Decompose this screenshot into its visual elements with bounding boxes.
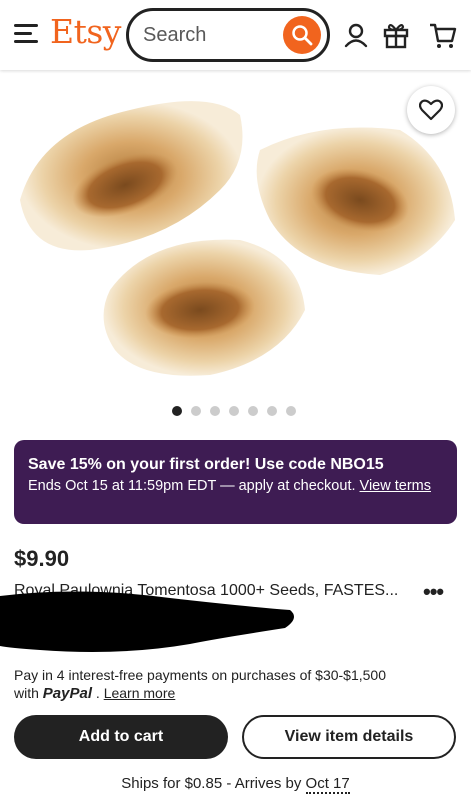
payment-info: Pay in 4 interest-free payments on purch… bbox=[14, 666, 454, 703]
separator: . bbox=[95, 685, 100, 701]
carousel-dot[interactable] bbox=[191, 406, 201, 416]
search-button[interactable] bbox=[283, 16, 321, 54]
search-icon bbox=[292, 25, 313, 46]
carousel-dot[interactable] bbox=[286, 406, 296, 416]
cart-icon[interactable] bbox=[428, 20, 458, 50]
ships-for-text: Ships for $0.85 bbox=[121, 775, 223, 792]
promo-body: Ends Oct 15 at 11:59pm EDT — apply at ch… bbox=[28, 477, 443, 495]
product-image[interactable] bbox=[0, 70, 471, 395]
favorite-button[interactable] bbox=[407, 86, 455, 134]
promo-banner: Save 15% on your first order! Use code N… bbox=[14, 440, 457, 524]
carousel-dot[interactable] bbox=[210, 406, 220, 416]
carousel-dot[interactable] bbox=[172, 406, 182, 416]
separator: - bbox=[226, 775, 232, 792]
view-item-details-button[interactable]: View item details bbox=[242, 715, 456, 759]
installments-text: Pay in 4 interest-free payments on purch… bbox=[14, 667, 386, 683]
redaction-mark bbox=[0, 591, 294, 652]
learn-more-link[interactable]: Learn more bbox=[104, 685, 176, 701]
carousel-dot[interactable] bbox=[229, 406, 239, 416]
paypal-line: with PayPal . Learn more bbox=[14, 684, 454, 703]
carousel-dot[interactable] bbox=[267, 406, 277, 416]
etsy-logo[interactable]: Etsy bbox=[50, 12, 121, 51]
more-options-button[interactable]: ••• bbox=[423, 579, 444, 605]
search-bar[interactable] bbox=[126, 8, 330, 62]
shipping-info: Ships for $0.85 - Arrives by Oct 17 bbox=[0, 775, 471, 794]
carousel-dot[interactable] bbox=[248, 406, 258, 416]
heart-icon bbox=[419, 99, 443, 121]
arrival-date[interactable]: Oct 17 bbox=[305, 775, 350, 794]
search-input[interactable] bbox=[143, 24, 273, 47]
view-terms-link[interactable]: View terms bbox=[360, 478, 431, 494]
top-nav: Etsy bbox=[0, 0, 471, 70]
gift-icon[interactable] bbox=[381, 20, 411, 50]
menu-icon[interactable] bbox=[14, 24, 38, 44]
carousel-dots bbox=[172, 406, 296, 418]
account-icon[interactable] bbox=[341, 20, 371, 50]
product-price: $9.90 bbox=[14, 546, 70, 571]
paypal-logo: PayPal bbox=[42, 685, 93, 702]
promo-text: Ends Oct 15 at 11:59pm EDT — apply at ch… bbox=[28, 478, 356, 494]
seeds-image bbox=[20, 101, 455, 376]
with-text: with bbox=[14, 685, 39, 701]
add-to-cart-button[interactable]: Add to cart bbox=[14, 715, 228, 759]
arrives-prefix: Arrives by bbox=[234, 775, 302, 792]
promo-title: Save 15% on your first order! Use code N… bbox=[28, 456, 384, 473]
